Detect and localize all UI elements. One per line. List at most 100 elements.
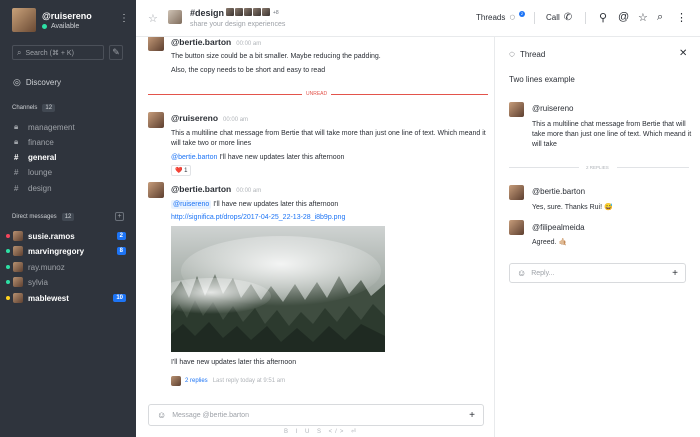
- message-author[interactable]: @bertie.barton: [532, 187, 585, 196]
- sidebar-item-design[interactable]: # design: [14, 184, 52, 193]
- room-member-avatars[interactable]: [226, 8, 271, 16]
- favorite-star-icon[interactable]: ☆: [148, 12, 158, 25]
- avatar: [13, 293, 23, 303]
- attachment-icon[interactable]: ⚲: [599, 11, 607, 24]
- thread-header-label: Thread: [519, 50, 546, 59]
- avatar: [262, 8, 270, 16]
- avatar[interactable]: [509, 102, 524, 117]
- mention-icon[interactable]: @: [618, 11, 629, 23]
- sidebar-item-marvingregory[interactable]: marvingregory 8: [6, 246, 126, 256]
- close-icon[interactable]: ✕: [679, 48, 687, 59]
- add-attachment-button[interactable]: +: [469, 410, 475, 421]
- add-dm-button[interactable]: +: [115, 212, 124, 221]
- message-author[interactable]: @filipealmeida: [532, 223, 585, 232]
- thread-summary[interactable]: 2 replies Last reply today at 9:51 am: [171, 376, 285, 386]
- sidebar-item-finance[interactable]: 🔒︎ finance: [14, 137, 54, 147]
- message-input[interactable]: Message @bertie.barton: [172, 412, 469, 419]
- threads-badge: 2: [519, 11, 525, 17]
- message-time: 00:00 am: [236, 41, 262, 47]
- threads-button[interactable]: Threads ◌: [476, 12, 515, 23]
- message-text-rest: I'll have new updates later this afterno…: [217, 154, 345, 161]
- message-author[interactable]: @bertie.barton 00:00 am: [171, 184, 261, 194]
- message-author[interactable]: @ruisereno: [532, 104, 573, 113]
- room-name: #design: [190, 8, 225, 18]
- status-dot-icon: [6, 265, 10, 269]
- sidebar-item-ray-munoz[interactable]: ray.munoz: [6, 262, 126, 272]
- divider: [509, 167, 579, 168]
- attached-image[interactable]: [171, 226, 385, 352]
- avatar: [235, 8, 243, 16]
- channel-label: general: [28, 153, 57, 162]
- avatar: [13, 246, 23, 256]
- message-text: The button size could be a bit smaller. …: [171, 53, 381, 60]
- message-composer[interactable]: ☺ Message @bertie.barton +: [148, 404, 484, 426]
- avatar[interactable]: [509, 220, 524, 235]
- emoji-icon[interactable]: ☺: [157, 410, 166, 420]
- unread-badge: 8: [116, 247, 126, 255]
- message-text: Also, the copy needs to be short and eas…: [171, 67, 326, 74]
- kebab-menu-icon[interactable]: ⋮: [119, 13, 129, 24]
- sidebar-item-susie-ramos[interactable]: susie.ramos 2: [6, 231, 126, 241]
- message-text-rest: I'll have new updates later this afterno…: [211, 201, 339, 208]
- thread-icon: ◌: [509, 49, 515, 60]
- dm-title: Direct messages: [12, 214, 57, 220]
- message-text: This a multiline chat message from Berti…: [171, 130, 486, 147]
- thread-title: Two lines example: [509, 75, 575, 84]
- reaction-heart[interactable]: ❤️ 1: [171, 165, 192, 176]
- sidebar-item-sylvia[interactable]: sylvia: [6, 277, 126, 287]
- create-new-button[interactable]: ✎: [109, 45, 123, 60]
- member-more-count: +8: [273, 10, 279, 16]
- avatar[interactable]: [148, 112, 164, 128]
- sidebar-item-general[interactable]: # general: [14, 153, 56, 162]
- dm-label: marvingregory: [28, 246, 85, 256]
- reply-input[interactable]: Reply...: [531, 270, 672, 277]
- dm-label: sylvia: [28, 277, 49, 287]
- add-attachment-button[interactable]: +: [672, 268, 678, 279]
- star-icon[interactable]: ☆: [638, 11, 648, 24]
- channel-label: management: [28, 122, 75, 132]
- message-text: @bertie.barton I'll have new updates lat…: [171, 153, 486, 163]
- sidebar-item-lounge[interactable]: # lounge: [14, 168, 52, 177]
- avatar[interactable]: [148, 182, 164, 198]
- sidebar-item-management[interactable]: 🔒︎ management: [14, 122, 75, 132]
- avatar: [13, 262, 23, 272]
- globe-icon: ◎: [13, 77, 21, 87]
- message-author[interactable]: @ruisereno 00:00 am: [171, 113, 248, 123]
- discovery-link[interactable]: ◎ Discovery: [13, 77, 61, 88]
- hash-icon: #: [14, 184, 19, 193]
- avatar[interactable]: [148, 37, 164, 51]
- room-topic: share your design experiences: [190, 21, 286, 28]
- unread-label: UNREAD: [302, 91, 332, 97]
- channels-title: Channels: [12, 105, 38, 111]
- sidebar-item-mablewest[interactable]: mablewest 10: [6, 293, 126, 303]
- user-profile[interactable]: @ruisereno Available: [12, 8, 92, 32]
- message-text: Agreed. 🤙🏼: [532, 239, 568, 246]
- divider: [585, 12, 586, 24]
- unread-badge: 2: [116, 232, 126, 240]
- mention-link[interactable]: @bertie.barton: [171, 154, 217, 161]
- username: @ruisereno: [42, 10, 92, 21]
- status-dot-icon: [6, 234, 10, 238]
- kebab-menu-icon[interactable]: ⋮: [676, 11, 687, 24]
- emoji-icon[interactable]: ☺: [517, 268, 526, 278]
- thread-panel: ◌ Thread ✕ Two lines example @ruisereno …: [494, 37, 700, 437]
- dm-label: susie.ramos: [28, 231, 75, 241]
- channel-label: lounge: [28, 168, 53, 177]
- search-input[interactable]: ⌕ Search (⌘ + K): [12, 45, 104, 60]
- mention-link[interactable]: @ruisereno: [171, 200, 212, 209]
- status-dot-icon: [42, 23, 47, 29]
- replies-count-label: 2 REPLIES: [586, 165, 609, 170]
- hash-icon: #: [14, 153, 19, 162]
- formatting-toolbar[interactable]: B I U S </> ⏎: [284, 428, 359, 435]
- message-author[interactable]: @bertie.barton 00:00 am: [171, 37, 261, 47]
- call-button[interactable]: Call ✆: [546, 12, 572, 23]
- search-icon[interactable]: ⌕: [657, 11, 663, 24]
- message-time: 00:00 am: [223, 117, 249, 123]
- avatar[interactable]: [12, 8, 36, 32]
- avatar: [253, 8, 261, 16]
- dm-label: ray.munoz: [28, 262, 65, 272]
- avatar[interactable]: [509, 185, 524, 200]
- replies-link[interactable]: 2 replies: [185, 378, 208, 384]
- image-link[interactable]: http://significa.pt/drops/2017-04-25_22-…: [171, 214, 345, 221]
- thread-reply-composer[interactable]: ☺ Reply... +: [509, 263, 686, 283]
